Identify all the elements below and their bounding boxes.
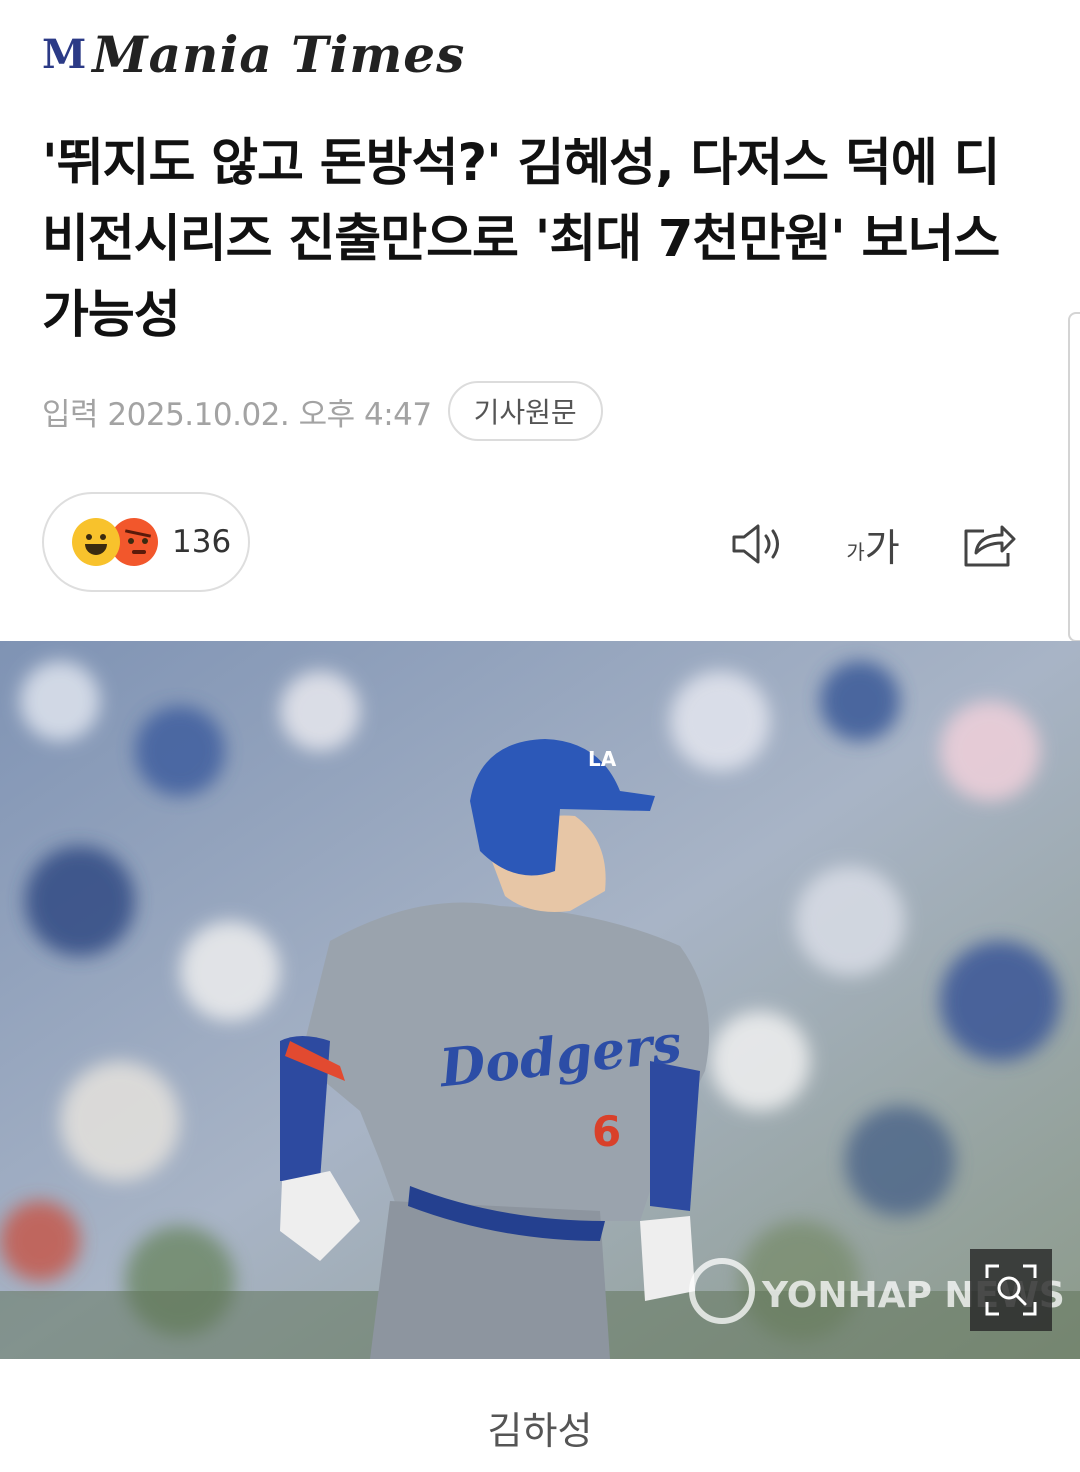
reaction-count: 136 bbox=[172, 524, 232, 560]
font-size-button[interactable]: 가 가 bbox=[838, 512, 908, 576]
font-size-large-icon: 가 bbox=[864, 525, 900, 570]
publish-date: 입력 2025.10.02. 오후 4:47 bbox=[42, 396, 432, 433]
share-button[interactable] bbox=[956, 512, 1020, 576]
article-photo[interactable]: LA Dodgers 6 YONHAP NEWS bbox=[0, 641, 1080, 1359]
zoom-button[interactable] bbox=[970, 1249, 1052, 1331]
logo-text: Mania Times bbox=[92, 24, 466, 84]
scrollbar[interactable] bbox=[1068, 312, 1080, 642]
font-size-small-icon: 가 bbox=[846, 539, 865, 564]
speaker-button[interactable] bbox=[726, 512, 790, 576]
reaction-button[interactable]: 136 bbox=[42, 492, 250, 592]
logo-mark: M bbox=[42, 30, 86, 78]
site-logo[interactable]: M Mania Times bbox=[42, 24, 466, 84]
happy-emoji-icon bbox=[72, 518, 120, 566]
helmet-logo: LA bbox=[588, 747, 617, 771]
article-title: '뛰지도 않고 돈방석?' 김혜성, 다저스 덕에 디비전시리즈 진출만으로 '… bbox=[42, 134, 1000, 345]
share-icon bbox=[964, 525, 1016, 567]
speaker-icon bbox=[732, 524, 779, 564]
jersey-number: 6 bbox=[592, 1107, 621, 1156]
original-article-button[interactable]: 기사원문 bbox=[447, 381, 603, 441]
baseball-player-photo: LA Dodgers 6 YONHAP NEWS bbox=[0, 641, 1080, 1359]
zoom-icon bbox=[985, 1264, 1037, 1316]
article-meta: 입력 2025.10.02. 오후 4:47 기사원문 bbox=[42, 380, 603, 442]
photo-caption: 김하성 bbox=[487, 1409, 593, 1453]
